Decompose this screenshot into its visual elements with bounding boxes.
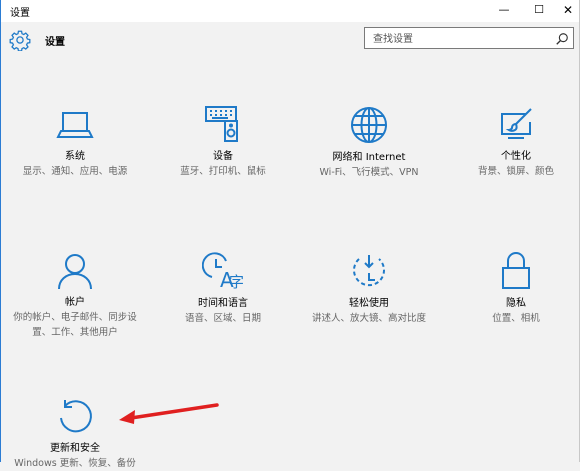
tile-network[interactable]: 网络和 Internet Wi-Fi、飞行模式、VPN <box>304 105 434 180</box>
title-bar: 设置 — ☐ ✕ <box>1 0 579 22</box>
person-icon <box>58 254 92 290</box>
page-title: 设置 <box>45 37 65 48</box>
tile-description: 你的帐户、电子邮件、同步设置、工作、其他用户 <box>13 312 137 338</box>
refresh-icon <box>60 400 92 433</box>
tile-title: 更新和安全 <box>50 443 100 454</box>
gear-icon <box>9 30 31 51</box>
search-icon[interactable] <box>555 32 569 46</box>
tile-title: 帐户 <box>65 297 85 308</box>
tile-system[interactable]: 系统 显示、通知、应用、电源 <box>10 108 140 179</box>
tile-description: Windows 更新、恢复、备份 <box>14 458 136 469</box>
globe-icon <box>351 107 387 143</box>
svg-text:字: 字 <box>229 273 244 291</box>
tile-ease-of-access[interactable]: 轻松使用 讲述人、放大镜、高对比度 <box>304 251 434 326</box>
keyboard-speaker-icon <box>205 106 238 142</box>
tile-time-language[interactable]: A 字 时间和语言 语音、区域、日期 <box>158 251 288 326</box>
tile-title: 网络和 Internet <box>332 152 406 163</box>
search-box[interactable] <box>364 27 574 49</box>
tile-description: Wi-Fi、飞行模式、VPN <box>319 167 419 178</box>
tile-description: 语音、区域、日期 <box>184 313 261 324</box>
tile-accounts[interactable]: 帐户 你的帐户、电子邮件、同步设置、工作、其他用户 <box>10 252 140 340</box>
window-title: 设置 <box>10 8 30 19</box>
tile-description: 位置、相机 <box>492 313 540 324</box>
tile-title: 时间和语言 <box>198 298 248 309</box>
tile-description: 显示、通知、应用、电源 <box>22 166 128 177</box>
laptop-icon <box>56 112 94 138</box>
settings-window: 设置 — ☐ ✕ 设置 系统 显示、通知、应用、电源 <box>0 0 580 469</box>
tile-title: 系统 <box>65 151 85 162</box>
lock-icon <box>502 252 530 289</box>
paint-screen-icon <box>501 108 532 139</box>
ease-of-access-icon <box>353 255 385 287</box>
minimize-button[interactable]: — <box>487 0 521 22</box>
tile-title: 隐私 <box>506 298 526 309</box>
tile-title: 轻松使用 <box>349 298 389 309</box>
red-arrow-annotation <box>119 403 219 424</box>
tile-personalization[interactable]: 个性化 背景、锁屏、颜色 <box>451 106 580 179</box>
tile-privacy[interactable]: 隐私 位置、相机 <box>451 251 580 326</box>
tile-description: 讲述人、放大镜、高对比度 <box>311 313 426 324</box>
tile-description: 蓝牙、打印机、鼠标 <box>180 166 266 177</box>
time-language-icon: A 字 <box>202 252 244 291</box>
tile-description: 背景、锁屏、颜色 <box>477 166 554 177</box>
tile-devices[interactable]: 设备 蓝牙、打印机、鼠标 <box>158 104 288 179</box>
tile-title: 设备 <box>213 151 233 162</box>
tile-title: 个性化 <box>501 151 531 162</box>
close-button[interactable]: ✕ <box>551 0 580 22</box>
search-input[interactable] <box>371 30 550 48</box>
